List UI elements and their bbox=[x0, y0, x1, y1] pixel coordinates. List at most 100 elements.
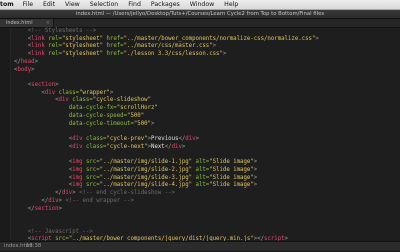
code-token: "stylesheet" bbox=[61, 35, 104, 42]
code-line[interactable]: <link rel="stylesheet" href="../master/c… bbox=[14, 43, 400, 51]
code-token: </ bbox=[164, 143, 172, 150]
close-icon[interactable]: × bbox=[46, 19, 50, 27]
code-line[interactable] bbox=[14, 152, 400, 160]
code-line[interactable]: <div class="cycle-next">Next</div> bbox=[14, 144, 400, 152]
code-line[interactable] bbox=[14, 74, 400, 82]
code-token: alt= bbox=[192, 182, 210, 189]
code-token: > bbox=[181, 143, 186, 150]
code-line[interactable]: data-cycle-fx="scrollHorz" bbox=[14, 105, 400, 113]
code-token: "../master/img/slide-4.jpg" bbox=[99, 182, 193, 189]
code-line[interactable]: <body> bbox=[14, 67, 400, 75]
code-line[interactable]: </section> bbox=[14, 206, 400, 214]
code-line[interactable]: <link rel="stylesheet" href="../master/b… bbox=[14, 36, 400, 44]
code-token: > bbox=[195, 136, 200, 143]
code-token: rel= bbox=[44, 43, 62, 50]
code-token: class= bbox=[55, 89, 80, 96]
code-line[interactable] bbox=[14, 128, 400, 136]
code-token: src= bbox=[82, 182, 100, 189]
code-line[interactable]: </head> bbox=[14, 59, 400, 67]
code-token: </ bbox=[27, 205, 35, 212]
code-line[interactable]: <div class="cycle-slideshow" bbox=[14, 97, 400, 105]
code-line[interactable] bbox=[14, 213, 400, 221]
menu-window[interactable]: Window bbox=[185, 0, 219, 9]
code-line[interactable]: data-cycle-speed="500" bbox=[14, 113, 400, 121]
code-token: > bbox=[253, 166, 258, 173]
code-token: href= bbox=[103, 35, 124, 42]
code-token: <!-- Javascript --> bbox=[27, 228, 93, 235]
code-token: "./lesson 3.3/css/lesson.css" bbox=[123, 51, 223, 58]
code-line[interactable]: <!-- Stylesheets --> bbox=[14, 28, 400, 36]
code-token: href= bbox=[103, 43, 124, 50]
code-token: "Slide image" bbox=[209, 182, 254, 189]
code-token: Next bbox=[151, 143, 165, 150]
code-token: class= bbox=[82, 136, 107, 143]
code-line[interactable]: <section> bbox=[14, 82, 400, 90]
menu-find[interactable]: Find bbox=[123, 0, 146, 9]
menu-edit[interactable]: Edit bbox=[38, 0, 60, 9]
code-line[interactable]: <img src="../master/img/slide-2.jpg" alt… bbox=[14, 167, 400, 175]
code-area[interactable]: <!-- Stylesheets --> <link rel="styleshe… bbox=[14, 28, 400, 252]
tab-index-html[interactable]: index.html × bbox=[0, 19, 54, 27]
code-token: src= bbox=[82, 166, 100, 173]
code-token: link bbox=[31, 51, 45, 58]
code-token: div bbox=[61, 190, 73, 197]
code-line[interactable]: <link rel="stylesheet" href="./lesson 3.… bbox=[14, 51, 400, 59]
code-token: alt= bbox=[192, 166, 210, 173]
menu-view[interactable]: View bbox=[60, 0, 85, 9]
code-token: > bbox=[34, 58, 38, 65]
menu-bar: tom File Edit View Selection Find Packag… bbox=[0, 0, 400, 10]
code-editor[interactable]: <!-- Stylesheets --> <link rel="styleshe… bbox=[0, 28, 400, 250]
code-token: "../master/img/slide-2.jpg" bbox=[99, 166, 193, 173]
code-line[interactable]: <div class="cycle-prev">Previous</div> bbox=[14, 136, 400, 144]
code-token: "../master/img/slide-1.jpg" bbox=[99, 159, 193, 166]
code-line[interactable]: <img src="../master/img/slide-3.jpg" alt… bbox=[14, 175, 400, 183]
app-name[interactable]: tom bbox=[0, 0, 18, 9]
code-token: "cycle-next" bbox=[106, 143, 148, 150]
code-token: div bbox=[58, 97, 69, 104]
code-token: div bbox=[185, 136, 196, 143]
code-token: "../master/css/master.css" bbox=[123, 43, 213, 50]
code-line[interactable]: </div> <!-- end cycle-slideshow --> bbox=[14, 190, 400, 198]
code-token: </ bbox=[14, 58, 21, 65]
code-token: Previous bbox=[151, 136, 179, 143]
code-token: alt= bbox=[192, 174, 210, 181]
code-token: data-cycle-fx= bbox=[68, 105, 117, 112]
code-token: "../master/img/slide-3.jpg" bbox=[99, 174, 193, 181]
menu-packages[interactable]: Packages bbox=[146, 0, 185, 9]
code-line[interactable] bbox=[14, 221, 400, 229]
code-token: "Slide image" bbox=[209, 174, 254, 181]
code-token: rel= bbox=[44, 51, 62, 58]
code-token: > bbox=[212, 43, 217, 50]
code-token: > bbox=[253, 182, 258, 189]
menu-file[interactable]: File bbox=[18, 0, 38, 9]
menu-help[interactable]: Help bbox=[219, 0, 243, 9]
code-line[interactable]: <div class="wrapper"> bbox=[14, 90, 400, 98]
code-token: "500" bbox=[127, 112, 145, 119]
code-token: div bbox=[48, 197, 59, 204]
code-token: body bbox=[17, 66, 32, 73]
code-line[interactable]: <img src="../master/img/slide-4.jpg" alt… bbox=[14, 182, 400, 190]
code-token: > bbox=[58, 205, 62, 212]
code-token: "cycle-prev" bbox=[106, 136, 148, 143]
code-token: alt= bbox=[192, 159, 210, 166]
code-token: "stylesheet" bbox=[61, 51, 104, 58]
code-line[interactable]: data-cycle-timeout="500"> bbox=[14, 121, 400, 129]
window-title: index.html — /Users/jellyo/Desktop/Tuts+… bbox=[0, 10, 400, 19]
code-token: > bbox=[253, 174, 258, 181]
code-line[interactable]: <!-- Javascript --> bbox=[14, 229, 400, 237]
code-token: div bbox=[72, 143, 83, 150]
menu-selection[interactable]: Selection bbox=[85, 0, 124, 9]
code-line[interactable]: </div> <!-- end wrapper --> bbox=[14, 198, 400, 206]
code-token: img bbox=[72, 182, 83, 189]
code-line[interactable]: <img src="../master/img/slide-1.jpg" alt… bbox=[14, 159, 400, 167]
